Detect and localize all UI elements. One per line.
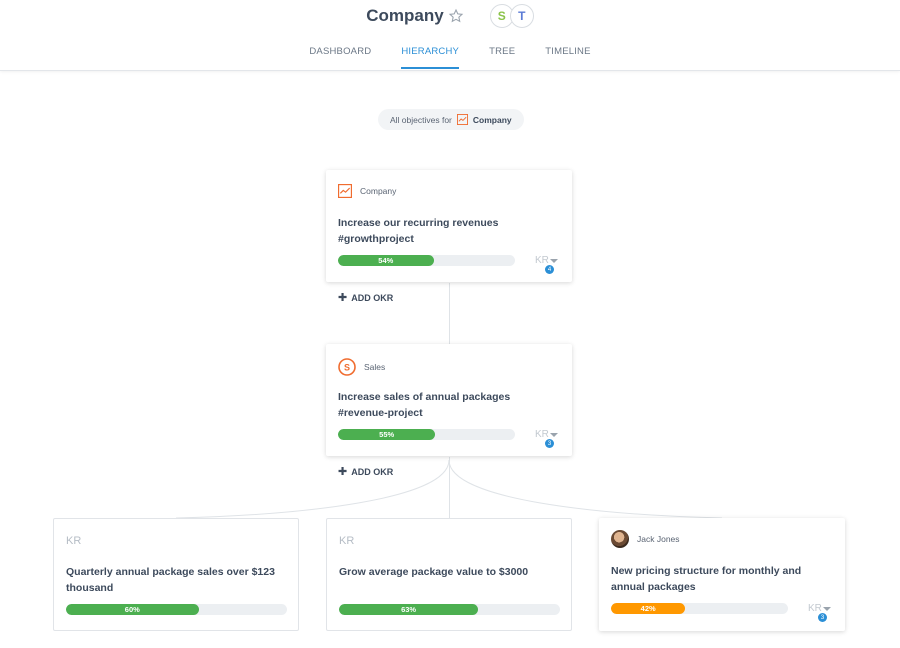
add-okr-button[interactable]: ✚ ADD OKR — [338, 291, 393, 304]
objective-title[interactable]: Increase sales of annual packages #reven… — [338, 389, 560, 421]
kr-dropdown[interactable]: KR 3 — [535, 429, 558, 448]
progress-bar: 60% — [66, 604, 287, 615]
key-result-title[interactable]: New pricing structure for monthly and an… — [611, 563, 833, 595]
objective-card[interactable]: Company Increase our recurring revenues … — [326, 170, 572, 282]
add-okr-button[interactable]: ✚ ADD OKR — [338, 465, 393, 478]
kr-label: KR — [66, 535, 82, 547]
key-result-card[interactable]: Jack Jones New pricing structure for mon… — [599, 518, 845, 631]
sales-team-icon: S — [338, 358, 356, 376]
progress-fill: 63% — [339, 604, 479, 615]
progress-label: 63% — [401, 605, 417, 614]
progress-label: 55% — [379, 430, 395, 439]
avatar — [611, 530, 629, 548]
chevron-down-icon — [822, 606, 831, 611]
owner-name: Jack Jones — [637, 534, 680, 544]
sales-initial: S — [344, 363, 350, 373]
kr-dropdown[interactable]: KR 3 — [808, 603, 831, 622]
add-okr-label: ADD OKR — [351, 292, 394, 303]
progress-fill: 55% — [338, 429, 436, 440]
objective-owner: Company — [338, 184, 396, 198]
kr-count-badge: 3 — [818, 613, 827, 622]
progress-fill: 42% — [611, 603, 686, 614]
objective-card[interactable]: S Sales Increase sales of annual package… — [326, 344, 572, 456]
progress-fill: 54% — [338, 255, 434, 266]
chevron-down-icon — [549, 432, 558, 437]
progress-label: 42% — [640, 604, 656, 613]
kr-dropdown[interactable]: KR 4 — [535, 255, 558, 274]
progress-label: 60% — [124, 605, 140, 614]
key-result-title[interactable]: Quarterly annual package sales over $123… — [66, 564, 288, 596]
owner-name: Sales — [364, 362, 386, 372]
plus-icon: ✚ — [338, 292, 348, 304]
kr-label: KR — [339, 535, 355, 547]
key-result-card[interactable]: KR Grow average package value to $3000 6… — [326, 518, 572, 631]
kr-count-badge: 3 — [545, 439, 554, 448]
progress-bar: 54% — [338, 255, 515, 266]
owner-name: Company — [360, 186, 397, 196]
progress-bar: 55% — [338, 429, 515, 440]
add-okr-label: ADD OKR — [351, 466, 394, 477]
kr-count-badge: 4 — [545, 265, 554, 274]
progress-label: 54% — [378, 256, 394, 265]
key-result-card[interactable]: KR Quarterly annual package sales over $… — [53, 518, 299, 631]
progress-bar: 42% — [611, 603, 788, 614]
progress-bar: 63% — [339, 604, 560, 615]
plus-icon: ✚ — [338, 466, 348, 478]
chevron-down-icon — [549, 258, 558, 263]
progress-fill: 60% — [66, 604, 199, 615]
key-result-title[interactable]: Grow average package value to $3000 — [339, 564, 561, 580]
company-chart-icon — [338, 184, 352, 198]
objective-title[interactable]: Increase our recurring revenues #growthp… — [338, 215, 560, 247]
objective-owner: Jack Jones — [611, 530, 680, 548]
objective-owner: S Sales — [338, 358, 385, 376]
